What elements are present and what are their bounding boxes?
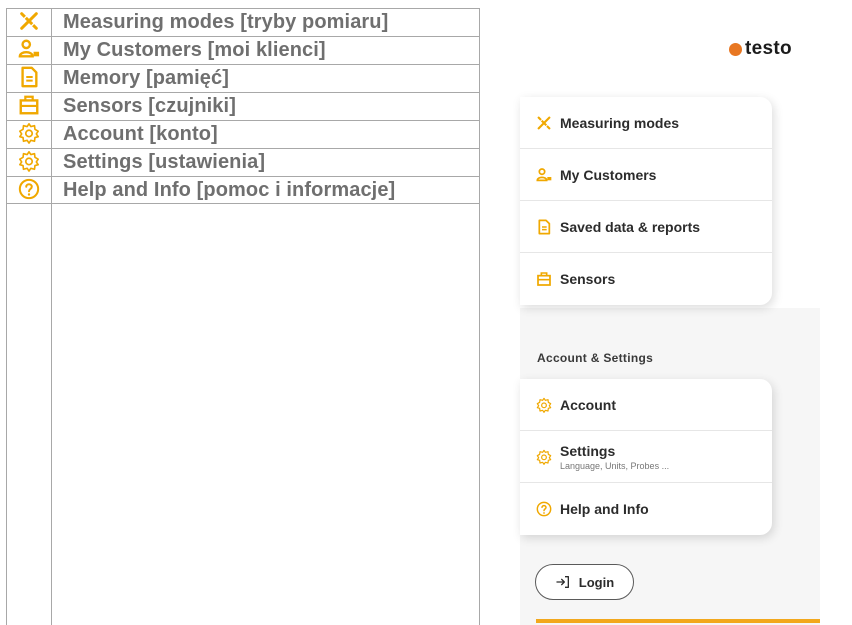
login-icon	[555, 574, 571, 590]
menu-item-my-customers[interactable]: My Customers	[520, 149, 772, 201]
help-icon	[7, 177, 51, 204]
app-menu-screenshot: testo Measuring modes My Customers Saved…	[520, 8, 852, 625]
table-row: My Customers [moi klienci]	[7, 36, 479, 64]
testo-logo: testo	[729, 38, 792, 60]
table-row: Account [konto]	[7, 120, 479, 148]
table-row: Sensors [czujniki]	[7, 92, 479, 120]
menu-item-settings[interactable]: Settings Language, Units, Probes ...	[520, 431, 772, 483]
logo-dot	[729, 42, 742, 56]
login-button[interactable]: Login	[535, 564, 634, 600]
measuring-icon	[536, 115, 552, 131]
menu-item-label: Help and Info	[560, 501, 649, 517]
table-row-label: Measuring modes [tryby pomiaru]	[63, 11, 389, 33]
memory-icon	[7, 65, 51, 92]
customers-icon	[7, 37, 51, 64]
settings-menu-card: Account Settings Language, Units, Probes…	[520, 379, 772, 535]
table-row: Help and Info [pomoc i informacje]	[7, 176, 479, 204]
menu-item-label: Settings	[560, 442, 616, 459]
table-row-label: Memory [pamięć]	[63, 67, 229, 89]
table-row-label: Account [konto]	[63, 123, 218, 145]
menu-item-label: Measuring modes	[560, 114, 680, 131]
login-label: Login	[578, 574, 615, 590]
customers-icon	[536, 167, 552, 183]
measuring-icon	[7, 9, 51, 36]
menu-item-sensors[interactable]: Sensors	[520, 253, 772, 305]
menu-item-label: My Customers	[560, 166, 657, 183]
translation-table: Measuring modes [tryby pomiaru] My Custo…	[6, 8, 480, 625]
memory-icon	[536, 219, 552, 235]
menu-item-texts: Settings Language, Units, Probes ...	[560, 443, 669, 471]
menu-item-help[interactable]: Help and Info	[520, 483, 772, 535]
menu-item-account[interactable]: Account	[520, 379, 772, 431]
table-row: Memory [pamięć]	[7, 64, 479, 92]
gear-icon	[536, 397, 552, 413]
menu-item-saved-data[interactable]: Saved data & reports	[520, 201, 772, 253]
table-row-label: My Customers [moi klienci]	[63, 39, 326, 61]
table-row-label: Sensors [czujniki]	[63, 95, 236, 117]
help-icon	[536, 501, 552, 517]
table-row: Measuring modes [tryby pomiaru]	[7, 8, 479, 36]
section-title: Account & Settings	[537, 351, 654, 365]
table-row-label: Help and Info [pomoc i informacje]	[63, 179, 396, 201]
gear-icon	[7, 121, 51, 148]
bottom-accent-bar	[536, 619, 820, 623]
logo-text: testo	[745, 38, 792, 59]
table-row: Settings [ustawienia]	[7, 148, 479, 176]
gear-icon	[7, 149, 51, 176]
menu-item-label: Account	[560, 396, 616, 413]
gear-icon	[536, 449, 552, 465]
main-menu-card: Measuring modes My Customers Saved data …	[520, 97, 772, 305]
menu-item-subtitle: Language, Units, Probes ...	[560, 460, 670, 471]
menu-item-label: Sensors	[560, 271, 616, 287]
menu-item-label: Saved data & reports	[560, 218, 701, 235]
sensors-icon	[7, 93, 51, 120]
sensors-icon	[536, 271, 552, 287]
table-row-label: Settings [ustawienia]	[63, 151, 266, 173]
menu-item-measuring-modes[interactable]: Measuring modes	[520, 97, 772, 149]
